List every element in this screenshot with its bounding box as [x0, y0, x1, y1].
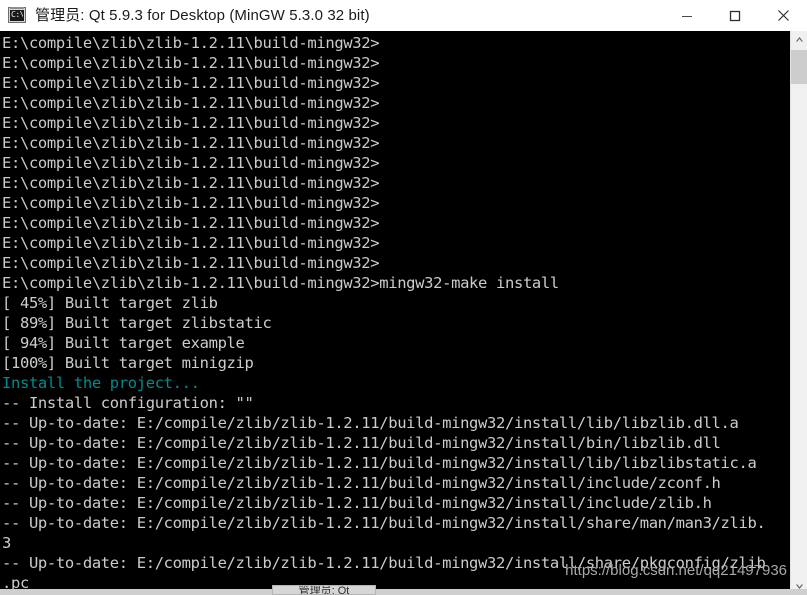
console-line: -- Install configuration: "" — [2, 394, 254, 412]
console-line: -- Up-to-date: E:/compile/zlib/zlib-1.2.… — [2, 474, 721, 492]
close-button[interactable] — [759, 0, 807, 31]
console-line: E:\compile\zlib\zlib-1.2.11\build-mingw3… — [2, 94, 380, 112]
console-line: -- Up-to-date: E:/compile/zlib/zlib-1.2.… — [2, 554, 766, 572]
console-line: -- Up-to-date: E:/compile/zlib/zlib-1.2.… — [2, 414, 739, 432]
scrollbar-thumb[interactable] — [791, 50, 807, 84]
window-titlebar[interactable]: C:\_ 管理员: Qt 5.9.3 for Desktop (MinGW 5.… — [0, 0, 807, 31]
console-line: E:\compile\zlib\zlib-1.2.11\build-mingw3… — [2, 174, 380, 192]
console-line: [ 45%] Built target zlib — [2, 294, 218, 312]
minimize-button[interactable] — [663, 0, 711, 31]
console-line: E:\compile\zlib\zlib-1.2.11\build-mingw3… — [2, 214, 380, 232]
command-prompt-window: C:\_ 管理员: Qt 5.9.3 for Desktop (MinGW 5.… — [0, 0, 807, 595]
console-line: -- Up-to-date: E:/compile/zlib/zlib-1.2.… — [2, 494, 712, 512]
console-area: E:\compile\zlib\zlib-1.2.11\build-mingw3… — [0, 31, 807, 595]
vertical-scrollbar[interactable] — [790, 31, 807, 595]
cmd-console-icon: C:\_ — [8, 7, 26, 23]
console-line: Install the project... — [2, 374, 200, 392]
scrollbar-track[interactable] — [791, 48, 807, 578]
desktop-bottom-strip — [0, 589, 807, 595]
console-line: -- Up-to-date: E:/compile/zlib/zlib-1.2.… — [2, 514, 766, 532]
console-line: 3 — [2, 534, 11, 552]
window-controls — [663, 0, 807, 31]
console-line: E:\compile\zlib\zlib-1.2.11\build-mingw3… — [2, 194, 380, 212]
console-output[interactable]: E:\compile\zlib\zlib-1.2.11\build-mingw3… — [0, 31, 790, 595]
console-line: E:\compile\zlib\zlib-1.2.11\build-mingw3… — [2, 34, 380, 52]
console-line: E:\compile\zlib\zlib-1.2.11\build-mingw3… — [2, 234, 380, 252]
console-line: E:\compile\zlib\zlib-1.2.11\build-mingw3… — [2, 54, 380, 72]
cmd-icon-glyph: C:\_ — [11, 10, 23, 19]
taskbar-item-label: 管理员: Qt — [298, 585, 350, 595]
window-title: 管理员: Qt 5.9.3 for Desktop (MinGW 5.3.0 3… — [35, 6, 370, 24]
console-line: E:\compile\zlib\zlib-1.2.11\build-mingw3… — [2, 114, 380, 132]
console-line: E:\compile\zlib\zlib-1.2.11\build-mingw3… — [2, 74, 380, 92]
console-line: -- Up-to-date: E:/compile/zlib/zlib-1.2.… — [2, 454, 757, 472]
console-line: E:\compile\zlib\zlib-1.2.11\build-mingw3… — [2, 254, 380, 272]
scroll-up-arrow-icon[interactable] — [791, 31, 807, 48]
console-line: [ 94%] Built target example — [2, 334, 245, 352]
console-line: [ 89%] Built target zlibstatic — [2, 314, 272, 332]
taskbar-item-peek[interactable]: 管理员: Qt — [272, 585, 376, 595]
console-line: -- Up-to-date: E:/compile/zlib/zlib-1.2.… — [2, 434, 721, 452]
console-line: [100%] Built target minigzip — [2, 354, 254, 372]
console-line: E:\compile\zlib\zlib-1.2.11\build-mingw3… — [2, 274, 559, 292]
console-line: E:\compile\zlib\zlib-1.2.11\build-mingw3… — [2, 134, 380, 152]
console-line: E:\compile\zlib\zlib-1.2.11\build-mingw3… — [2, 154, 380, 172]
maximize-button[interactable] — [711, 0, 759, 31]
